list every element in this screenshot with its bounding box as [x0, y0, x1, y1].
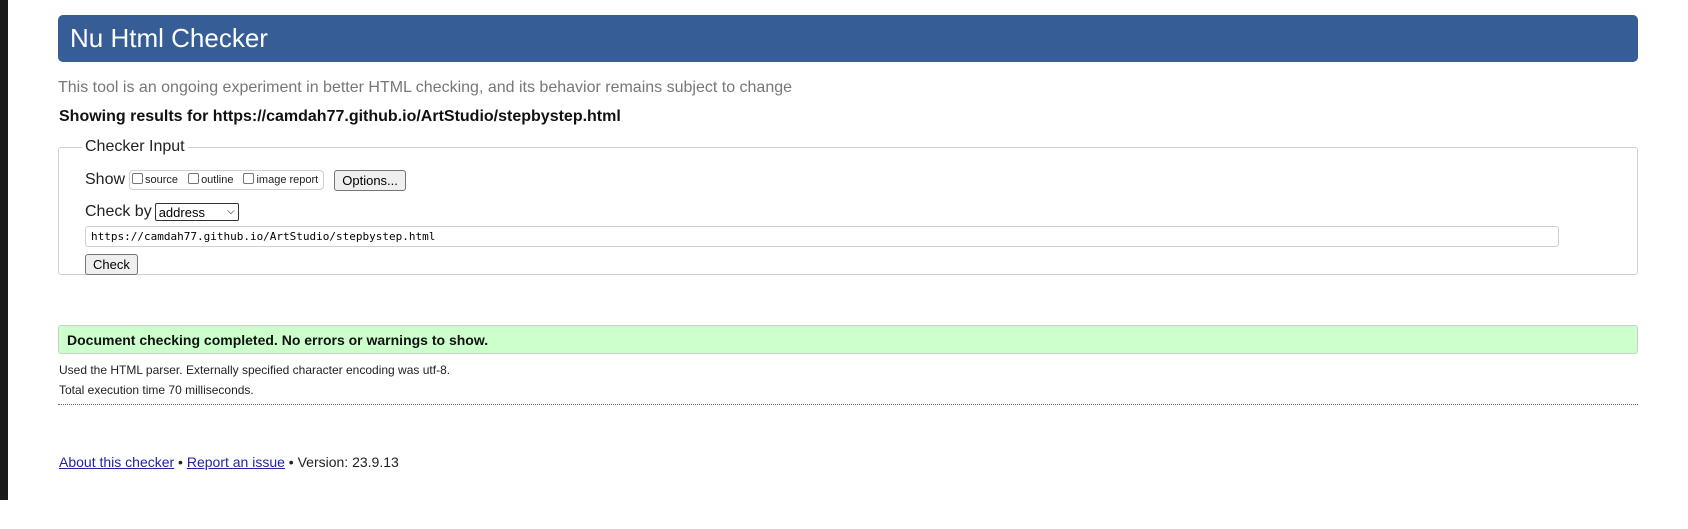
show-label: Show [85, 171, 126, 188]
version-text: Version: 23.9.13 [297, 454, 399, 470]
source-checkbox[interactable] [132, 172, 144, 184]
footer: About this checker • Report an issue • V… [58, 454, 1638, 470]
results-heading: Showing results for https://camdah77.git… [59, 108, 621, 125]
image-report-option-label: image report [256, 174, 319, 186]
checker-input-fieldset: Checker Input Show source outline image … [58, 138, 1638, 275]
check-by-selected-value: address [158, 204, 205, 220]
header-bar: Nu Html Checker [58, 15, 1638, 62]
page-container: Nu Html Checker This tool is an ongoing … [58, 15, 1638, 470]
show-outline-option[interactable]: outline [188, 172, 234, 186]
footer-separator: • [174, 454, 187, 470]
image-report-checkbox[interactable] [243, 172, 255, 184]
check-button[interactable]: Check [85, 254, 138, 275]
check-by-select[interactable]: address ⌵ [154, 203, 239, 221]
show-source-option[interactable]: source [132, 172, 179, 186]
parser-note: Used the HTML parser. Externally specifi… [59, 363, 451, 377]
show-image-report-option[interactable]: image report [243, 172, 319, 186]
show-options-group: source outline image report [129, 170, 325, 190]
outline-option-label: outline [201, 174, 234, 186]
chevron-down-icon: ⌵ [227, 206, 235, 217]
about-checker-link[interactable]: About this checker [59, 454, 174, 470]
source-option-label: source [145, 174, 179, 186]
show-row: Show source outline image report Options… [85, 168, 1613, 192]
outline-checkbox[interactable] [188, 172, 200, 184]
window-edge-gap [0, 500, 8, 529]
footer-separator-2: • [284, 454, 298, 470]
options-button[interactable]: Options... [334, 169, 406, 191]
report-issue-link[interactable]: Report an issue [187, 454, 285, 470]
window-edge [0, 0, 8, 500]
check-row: Check [85, 254, 1613, 275]
url-input[interactable]: https://camdah77.github.io/ArtStudio/ste… [85, 226, 1559, 247]
success-message: Document checking completed. No errors o… [58, 325, 1638, 354]
checker-input-legend: Checker Input [85, 138, 185, 155]
check-by-row: Check by address ⌵ [85, 202, 1613, 222]
execution-time: Total execution time 70 milliseconds. [59, 383, 254, 397]
page-title: Nu Html Checker [70, 23, 268, 53]
dotted-divider [58, 404, 1638, 405]
result-details: Used the HTML parser. Externally specifi… [58, 360, 1638, 400]
check-by-label: Check by [85, 203, 152, 220]
subtitle-text: This tool is an ongoing experiment in be… [58, 79, 793, 96]
